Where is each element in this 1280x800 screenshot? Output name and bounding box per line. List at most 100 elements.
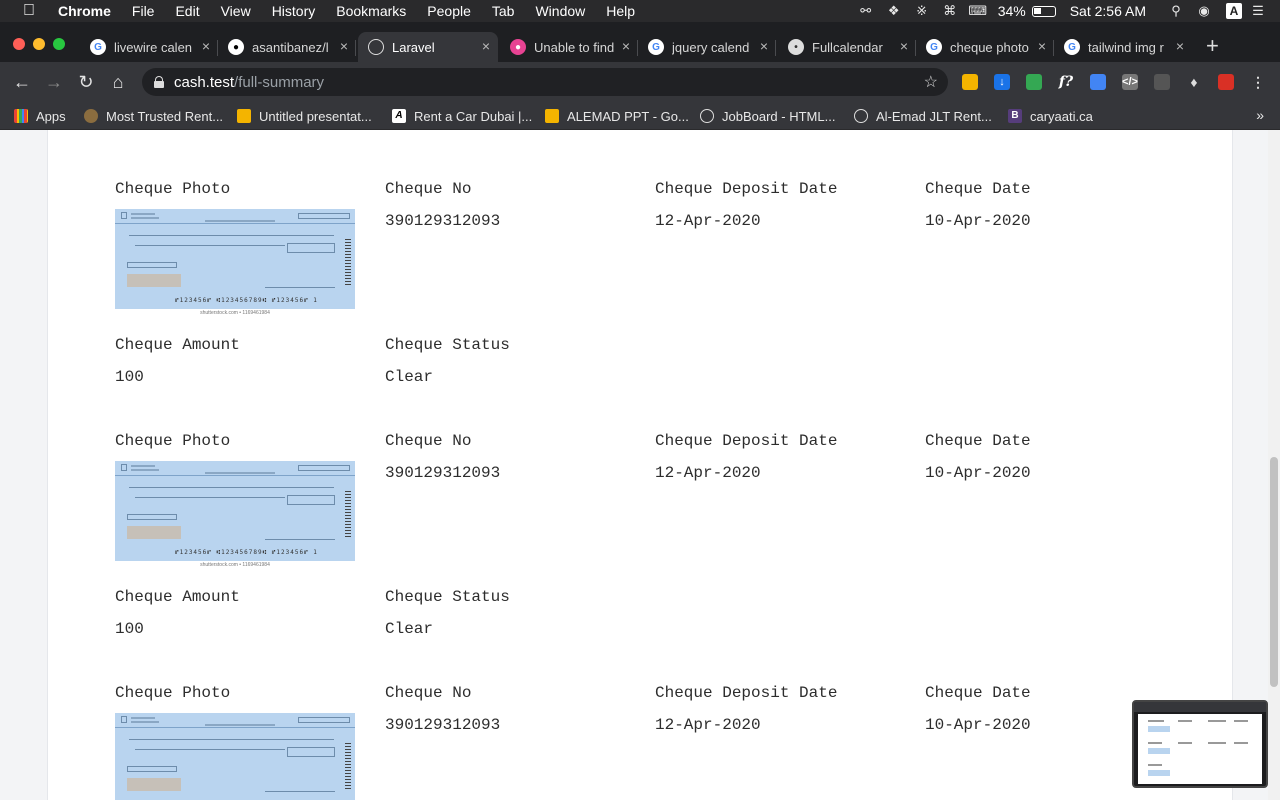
extension-notes-icon[interactable] <box>962 74 978 90</box>
scrollbar-thumb[interactable] <box>1270 457 1278 687</box>
menu-history[interactable]: History <box>272 3 316 19</box>
cheque-micr-line: ⑈123456⑈ ⑆123456789⑆ ⑈123456⑈ 1 <box>175 297 318 304</box>
cheque-date-label: Cheque Date <box>925 180 1031 198</box>
bookmark-jobboard[interactable]: JobBoard - HTML... <box>700 107 835 125</box>
menu-bookmarks[interactable]: Bookmarks <box>336 3 406 19</box>
close-tab-icon[interactable]: × <box>622 38 630 54</box>
close-tab-icon[interactable]: × <box>1176 38 1184 54</box>
extension-blue-icon[interactable] <box>1090 74 1106 90</box>
bluetooth-icon[interactable]: ※ <box>910 0 934 22</box>
cheque-photo[interactable]: ⑈123456⑈ ⑆123456789⑆ ⑈123456⑈ 1 <box>115 209 355 309</box>
tab-tailwind-img[interactable]: G tailwind img r × <box>1054 32 1192 62</box>
close-tab-icon[interactable]: × <box>482 38 490 54</box>
page-scrollbar[interactable] <box>1268 130 1280 800</box>
google-icon: G <box>1064 39 1080 55</box>
close-tab-icon[interactable]: × <box>202 38 210 54</box>
apps-grid-icon <box>14 109 28 123</box>
cheque-image-caption: shutterstock.com • 1169461984 <box>200 310 270 316</box>
cheque-title-line <box>205 220 275 222</box>
lock-icon[interactable] <box>154 76 164 88</box>
tab-fullcalendar[interactable]: • Fullcalendar × <box>778 32 916 62</box>
close-tab-icon[interactable]: × <box>1038 38 1046 54</box>
cheque-deposit-date-label: Cheque Deposit Date <box>655 180 838 198</box>
cheque-pay-line <box>129 487 334 488</box>
menu-clock[interactable]: Sat 2:56 AM <box>1070 3 1146 19</box>
cheque-band <box>115 475 355 476</box>
reload-icon[interactable]: ↻ <box>76 72 96 92</box>
bookmark-alemad-ppt[interactable]: ALEMAD PPT - Go... <box>545 107 689 125</box>
menu-view[interactable]: View <box>221 3 251 19</box>
close-tab-icon[interactable]: × <box>760 38 768 54</box>
cheque-date-box <box>298 465 350 471</box>
bookmarks-bar: Apps Most Trusted Rent... Untitled prese… <box>0 102 1280 130</box>
menu-tab[interactable]: Tab <box>492 3 515 19</box>
address-url[interactable]: cash.test/full-summary <box>174 74 324 91</box>
globe-icon <box>368 39 384 55</box>
extension-download-icon[interactable]: ↓ <box>994 74 1010 90</box>
menu-help[interactable]: Help <box>606 3 635 19</box>
menu-window[interactable]: Window <box>535 3 585 19</box>
battery-percent[interactable]: 34% <box>998 3 1026 19</box>
spotlight-search-icon[interactable]: ⚲ <box>1164 0 1188 22</box>
extension-grid-icon[interactable] <box>1154 74 1170 90</box>
cheque-pay-line <box>129 235 334 236</box>
tab-jquery-calendar[interactable]: G jquery calend × <box>638 32 776 62</box>
bookmark-star-icon[interactable]: ☆ <box>924 72 938 92</box>
keyboard-icon[interactable]: ⌨ <box>966 0 990 22</box>
bookmark-apps[interactable]: Apps <box>14 107 66 125</box>
tab-unable-to-find[interactable]: ● Unable to find × <box>500 32 638 62</box>
cheque-barcode <box>345 239 351 285</box>
google-icon: G <box>90 39 106 55</box>
extension-color-picker-icon[interactable] <box>1026 74 1042 90</box>
battery-icon[interactable] <box>1031 5 1056 17</box>
back-arrow-icon[interactable]: ← <box>12 72 32 92</box>
forward-arrow-icon[interactable]: → <box>44 72 64 92</box>
notification-center-icon[interactable]: ☰ <box>1246 0 1270 22</box>
menu-edit[interactable]: Edit <box>175 3 199 19</box>
cheque-bank-address <box>131 469 159 471</box>
cheque-image-caption: shutterstock.com • 1169461984 <box>200 562 270 568</box>
tab-asantibanez[interactable]: ● asantibanez/l × <box>218 32 356 62</box>
apple-menu-icon[interactable]:  <box>18 2 40 20</box>
menu-people[interactable]: People <box>427 3 471 19</box>
new-tab-button[interactable]: + <box>1206 35 1219 57</box>
profile-avatar-icon[interactable] <box>1218 74 1234 90</box>
bookmark-untitled-presentation[interactable]: Untitled presentat... <box>237 107 372 125</box>
bookmark-al-emad-jlt[interactable]: Al-Emad JLT Rent... <box>854 107 992 125</box>
minimize-window-button[interactable] <box>33 38 45 50</box>
wifi-icon[interactable]: ⌘ <box>938 0 962 22</box>
cheque-photo[interactable] <box>115 713 355 800</box>
thumbnail-page <box>1138 714 1262 784</box>
creative-cloud-icon[interactable]: ⚯ <box>854 0 878 22</box>
close-tab-icon[interactable]: × <box>900 38 908 54</box>
bookmarks-overflow-icon[interactable]: » <box>1256 107 1264 123</box>
address-bar[interactable]: cash.test/full-summary ☆ <box>142 68 948 96</box>
bookmark-most-trusted-rent[interactable]: Most Trusted Rent... <box>84 107 223 125</box>
thumbnail-text-line <box>1148 742 1162 744</box>
thumbnail-cheque <box>1148 726 1170 732</box>
slides-icon <box>545 109 559 123</box>
home-icon[interactable]: ⌂ <box>108 72 128 92</box>
chrome-menu-icon[interactable]: ⋮ <box>1250 74 1266 90</box>
tab-laravel[interactable]: Laravel × <box>358 32 498 62</box>
extension-code-icon[interactable]: </> <box>1122 74 1138 90</box>
siri-icon[interactable]: ◉ <box>1192 0 1216 22</box>
extensions-puzzle-icon[interactable]: ♦ <box>1186 74 1202 90</box>
tab-cheque-photo[interactable]: G cheque photo × <box>916 32 1054 62</box>
globe-icon <box>700 109 714 123</box>
screenshot-thumbnail-preview[interactable] <box>1132 700 1268 788</box>
fullscreen-window-button[interactable] <box>53 38 65 50</box>
cheque-logo-box <box>121 716 127 723</box>
tab-livewire-calendar[interactable]: G livewire calen × <box>80 32 218 62</box>
bookmark-caryaati[interactable]: B caryaati.ca <box>1008 107 1093 125</box>
cheque-photo[interactable]: ⑈123456⑈ ⑆123456789⑆ ⑈123456⑈ 1 <box>115 461 355 561</box>
input-source-icon[interactable]: A <box>1226 3 1242 19</box>
close-tab-icon[interactable]: × <box>340 38 348 54</box>
extension-font-icon[interactable]: f? <box>1058 74 1074 90</box>
menu-app-chrome[interactable]: Chrome <box>58 3 111 19</box>
close-window-button[interactable] <box>13 38 25 50</box>
bookmark-rent-a-car-dubai[interactable]: A Rent a Car Dubai |... <box>392 107 532 125</box>
dropbox-icon[interactable]: ❖ <box>882 0 906 22</box>
menu-file[interactable]: File <box>132 3 155 19</box>
cheque-amount-words-line <box>135 749 285 750</box>
